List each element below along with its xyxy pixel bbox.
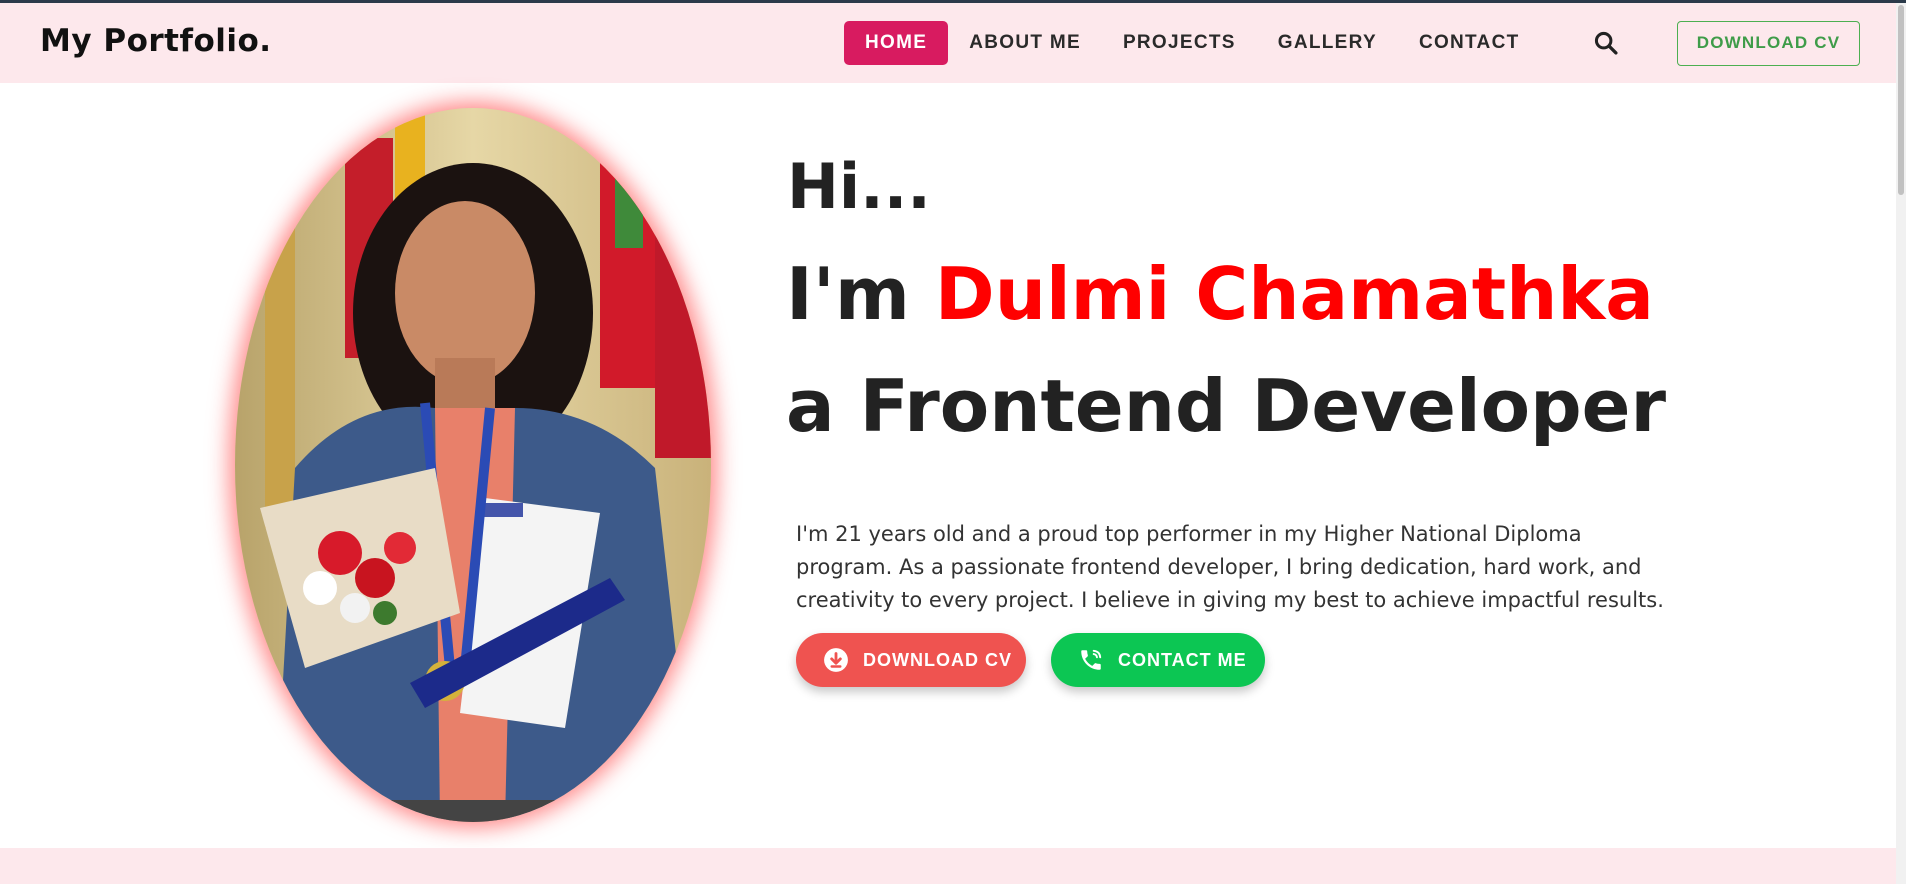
nav-menu: HOME ABOUT ME PROJECTS GALLERY CONTACT	[844, 21, 1541, 65]
hero-intro-prefix: I'm	[786, 252, 935, 336]
download-cv-label: DOWNLOAD CV	[863, 649, 1012, 670]
hero-description: I'm 21 years old and a proud top perform…	[796, 522, 1664, 612]
nav-item-about-me[interactable]: ABOUT ME	[948, 21, 1102, 65]
hero-name: Dulmi Chamathka	[934, 252, 1654, 336]
nav-item-contact[interactable]: CONTACT	[1398, 21, 1541, 65]
hero-intro: I'm Dulmi Chamathka	[786, 252, 1654, 336]
navbar: My Portfolio. HOME ABOUT ME PROJECTS GAL…	[0, 3, 1906, 83]
nav-item-projects[interactable]: PROJECTS	[1102, 21, 1257, 65]
contact-me-button[interactable]: CONTACT ME	[1051, 633, 1265, 687]
hero-greeting: Hi...	[787, 150, 931, 223]
page-scrollbar[interactable]	[1896, 3, 1906, 884]
download-circle-icon	[822, 646, 850, 674]
scrollbar-thumb[interactable]	[1898, 5, 1904, 195]
hero-role: a Frontend Developer	[786, 364, 1666, 448]
nav-download-cv-button[interactable]: DOWNLOAD CV	[1677, 21, 1860, 66]
nav-item-home[interactable]: HOME	[844, 21, 949, 65]
nav-item-gallery[interactable]: GALLERY	[1257, 21, 1398, 65]
profile-photo	[235, 108, 711, 822]
brand-logo[interactable]: My Portfolio.	[40, 23, 272, 59]
contact-me-label: CONTACT ME	[1118, 649, 1247, 670]
search-icon[interactable]	[1592, 29, 1620, 57]
next-section-band	[0, 848, 1896, 884]
download-cv-button[interactable]: DOWNLOAD CV	[796, 633, 1026, 687]
phone-icon	[1077, 646, 1105, 674]
